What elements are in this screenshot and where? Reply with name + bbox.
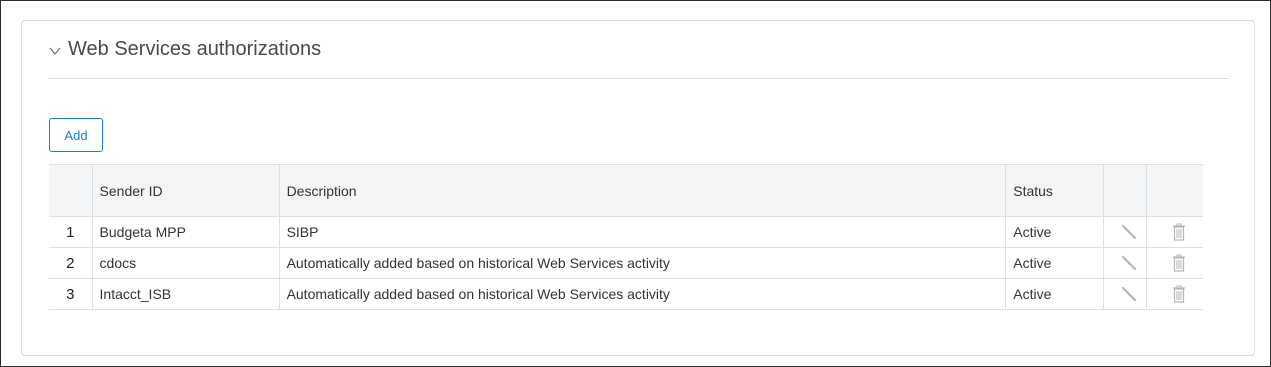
row-number: 1 — [49, 216, 93, 248]
sender-id-cell: Budgeta MPP — [91, 216, 280, 248]
column-header-sender-id[interactable]: Sender ID — [91, 164, 280, 217]
column-header-description[interactable]: Description — [278, 164, 1006, 217]
column-header-status[interactable]: Status — [1005, 164, 1104, 217]
add-button[interactable]: Add — [49, 118, 103, 152]
trash-icon[interactable] — [1171, 223, 1187, 241]
table-row: 1 Budgeta MPP SIBP Active — [49, 216, 1203, 248]
edit-cell — [1103, 247, 1147, 279]
authorizations-table: Sender ID Description Status 1 Budgeta M… — [49, 164, 1203, 310]
column-header-edit — [1103, 164, 1147, 217]
pencil-icon[interactable] — [1120, 285, 1138, 303]
section-header[interactable]: Web Services authorizations — [49, 35, 1229, 79]
delete-cell — [1146, 247, 1203, 279]
delete-cell — [1146, 216, 1203, 248]
row-number: 2 — [49, 247, 93, 279]
web-services-card: Web Services authorizations Add Sender I… — [21, 20, 1255, 356]
table-header-row: Sender ID Description Status — [49, 164, 1203, 217]
sender-id-cell: cdocs — [91, 247, 280, 279]
status-cell: Active — [1005, 278, 1104, 310]
trash-icon[interactable] — [1171, 254, 1187, 272]
table-row: 3 Intacct_ISB Automatically added based … — [49, 278, 1203, 310]
description-cell: Automatically added based on historical … — [278, 247, 1006, 279]
pencil-icon[interactable] — [1120, 254, 1138, 272]
delete-cell — [1146, 278, 1203, 310]
table-row: 2 cdocs Automatically added based on his… — [49, 247, 1203, 279]
row-number: 3 — [49, 278, 93, 310]
description-cell: SIBP — [278, 216, 1006, 248]
edit-cell — [1103, 278, 1147, 310]
sender-id-cell: Intacct_ISB — [91, 278, 280, 310]
trash-icon[interactable] — [1171, 285, 1187, 303]
edit-cell — [1103, 216, 1147, 248]
chevron-down-icon[interactable] — [49, 44, 61, 58]
status-cell: Active — [1005, 247, 1104, 279]
column-header-delete — [1146, 164, 1203, 217]
status-cell: Active — [1005, 216, 1104, 248]
window-frame: Web Services authorizations Add Sender I… — [0, 0, 1271, 367]
description-cell: Automatically added based on historical … — [278, 278, 1006, 310]
pencil-icon[interactable] — [1120, 223, 1138, 241]
column-header-number — [49, 164, 93, 217]
section-title: Web Services authorizations — [68, 38, 322, 60]
